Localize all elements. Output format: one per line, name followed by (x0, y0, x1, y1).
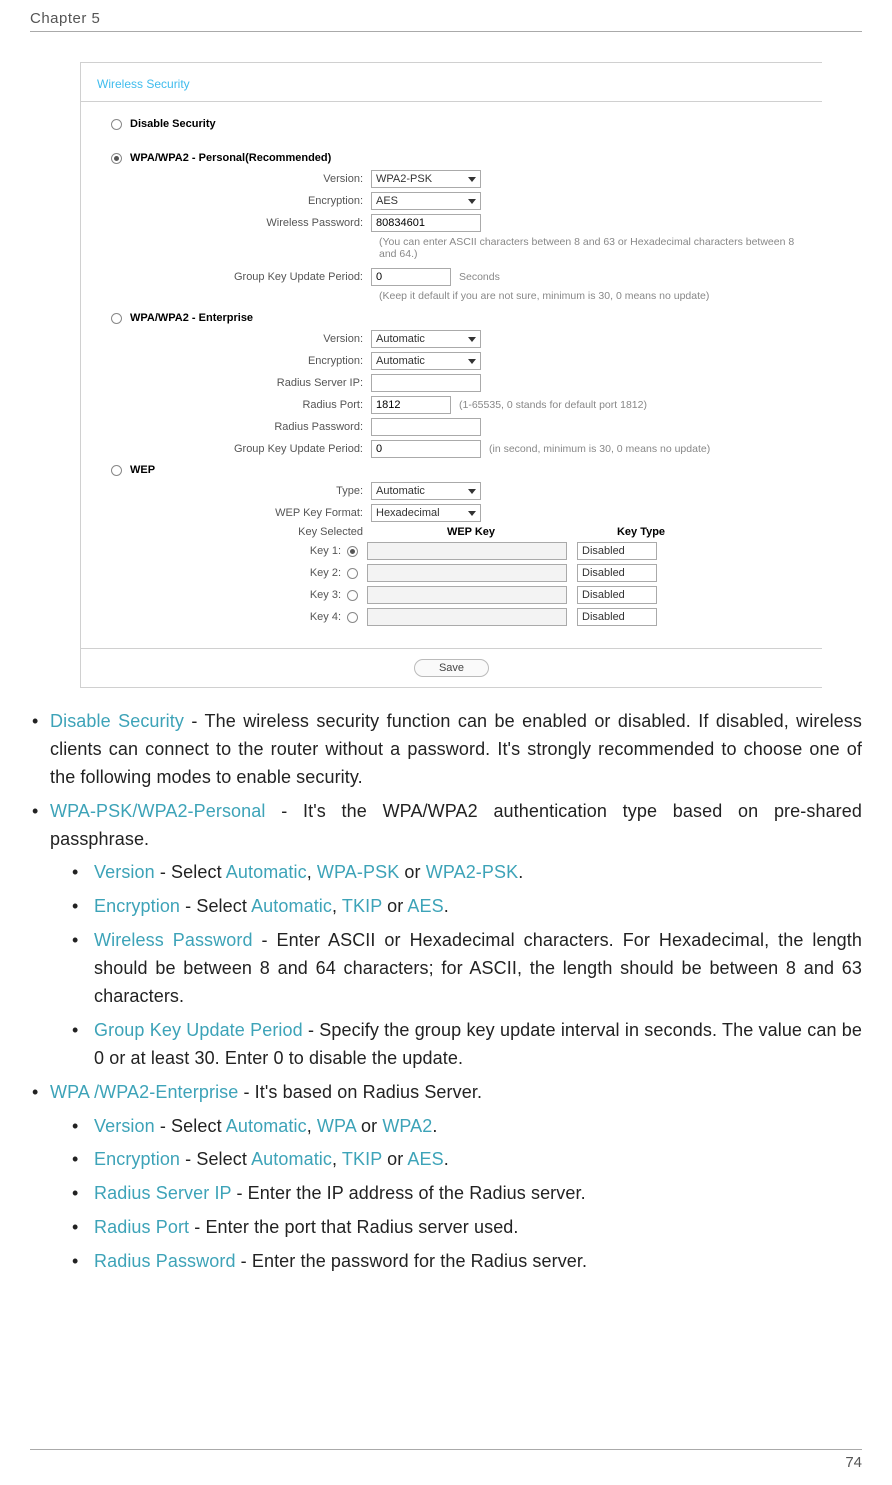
wep-type-select[interactable]: Automatic (371, 482, 481, 500)
wep-key-label: Key 3: (91, 589, 347, 601)
ent-groupkey-label: Group Key Update Period: (91, 443, 371, 455)
wep-col-selected: Key Selected (91, 526, 371, 538)
wep-key-radio[interactable] (347, 568, 358, 579)
personal-password-hint: (You can enter ASCII characters between … (91, 234, 812, 266)
wireless-security-panel: Wireless Security Disable Security WPA/W… (80, 62, 822, 688)
wpa-personal-label: WPA/WPA2 - Personal(Recommended) (130, 152, 331, 164)
personal-version-select[interactable]: WPA2-PSK (371, 170, 481, 188)
radio-wep[interactable] (111, 465, 122, 476)
chevron-down-icon (468, 359, 476, 364)
ent-radius-pw-input[interactable] (371, 418, 481, 436)
ent-radius-port-input[interactable] (371, 396, 451, 414)
chevron-down-icon (468, 177, 476, 182)
personal-groupkey-unit: Seconds (451, 271, 500, 283)
chevron-down-icon (468, 337, 476, 342)
ent-version-select[interactable]: Automatic (371, 330, 481, 348)
wep-key-type-select[interactable]: Disabled (577, 586, 657, 604)
wep-key-type-select[interactable]: Disabled (577, 608, 657, 626)
ent-encryption-label: Encryption: (91, 355, 371, 367)
personal-groupkey-hint: (Keep it default if you are not sure, mi… (91, 288, 812, 308)
wep-key-radio[interactable] (347, 590, 358, 601)
page-number: 74 (30, 1449, 862, 1471)
chapter-header: Chapter 5 (30, 10, 862, 32)
wep-format-label: WEP Key Format: (91, 507, 371, 519)
wep-type-label: Type: (91, 485, 371, 497)
chevron-down-icon (468, 199, 476, 204)
panel-title: Wireless Security (81, 63, 822, 102)
chevron-down-icon (468, 511, 476, 516)
personal-password-label: Wireless Password: (91, 217, 371, 229)
wpa-enterprise-label: WPA/WPA2 - Enterprise (130, 312, 253, 324)
wep-key-row: Key 1: Disabled (91, 540, 812, 562)
ent-version-label: Version: (91, 333, 371, 345)
personal-groupkey-input[interactable] (371, 268, 451, 286)
wep-key-type-select[interactable]: Disabled (577, 564, 657, 582)
personal-encryption-label: Encryption: (91, 195, 371, 207)
personal-encryption-select[interactable]: AES (371, 192, 481, 210)
wep-key-row: Key 2: Disabled (91, 562, 812, 584)
save-button[interactable]: Save (414, 659, 489, 677)
wep-col-type: Key Type (571, 526, 711, 538)
ent-encryption-select[interactable]: Automatic (371, 352, 481, 370)
wep-key-label: Key 2: (91, 567, 347, 579)
radio-wpa-enterprise[interactable] (111, 313, 122, 324)
personal-groupkey-label: Group Key Update Period: (91, 271, 371, 283)
wep-format-select[interactable]: Hexadecimal (371, 504, 481, 522)
ent-radius-port-hint: (1-65535, 0 stands for default port 1812… (451, 399, 647, 411)
wep-key-label: Key 1: (91, 545, 347, 557)
radio-wpa-personal[interactable] (111, 153, 122, 164)
wep-key-input[interactable] (367, 542, 567, 560)
documentation-text: Disable Security - The wireless security… (30, 708, 862, 1276)
radio-disable-security[interactable] (111, 119, 122, 130)
ent-radius-ip-label: Radius Server IP: (91, 377, 371, 389)
ent-groupkey-input[interactable] (371, 440, 481, 458)
wep-label: WEP (130, 464, 155, 476)
personal-password-input[interactable] (371, 214, 481, 232)
wep-key-label: Key 4: (91, 611, 347, 623)
wep-key-input[interactable] (367, 564, 567, 582)
wep-col-key: WEP Key (371, 526, 571, 538)
ent-groupkey-hint: (in second, minimum is 30, 0 means no up… (481, 443, 710, 455)
wep-key-radio[interactable] (347, 546, 358, 557)
ent-radius-pw-label: Radius Password: (91, 421, 371, 433)
wep-key-row: Key 4: Disabled (91, 606, 812, 628)
ent-radius-ip-input[interactable] (371, 374, 481, 392)
wep-key-input[interactable] (367, 608, 567, 626)
wep-key-row: Key 3: Disabled (91, 584, 812, 606)
wep-key-input[interactable] (367, 586, 567, 604)
chevron-down-icon (468, 489, 476, 494)
wep-key-type-select[interactable]: Disabled (577, 542, 657, 560)
disable-security-label: Disable Security (130, 118, 216, 130)
ent-radius-port-label: Radius Port: (91, 399, 371, 411)
wep-key-radio[interactable] (347, 612, 358, 623)
personal-version-label: Version: (91, 173, 371, 185)
